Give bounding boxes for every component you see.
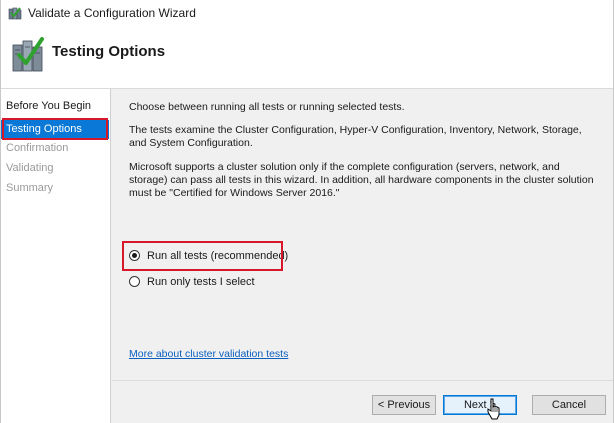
description-text: The tests examine the Cluster Configurat… [129,124,582,149]
title-bar: Validate a Configuration Wizard [1,0,613,26]
help-link[interactable]: More about cluster validation tests [129,348,288,360]
page-title: Testing Options [52,43,166,60]
radio-button-unselected[interactable] [129,276,140,287]
main-content: Choose between running all tests or runn… [112,89,613,379]
nav-step-summary: Summary [6,182,54,194]
radio-button-selected[interactable] [129,250,140,261]
nav-step-validating: Validating [6,162,54,174]
window-title: Validate a Configuration Wizard [28,6,196,20]
cluster-wizard-app-icon [8,7,22,20]
cancel-button[interactable]: Cancel [532,395,606,415]
cluster-validation-icon [12,37,44,72]
nav-step-testing-options[interactable]: Testing Options [1,120,109,139]
wizard-window: Validate a Configuration Wizard Testing … [0,0,614,423]
intro-text: Choose between running all tests or runn… [129,101,405,113]
support-note-text: Microsoft supports a cluster solution on… [129,161,594,199]
previous-button[interactable]: < Previous [372,395,436,415]
run-all-tests-label[interactable]: Run all tests (recommended) [147,248,288,264]
page-header: Testing Options [1,26,613,89]
nav-step-confirmation: Confirmation [6,142,69,154]
next-button[interactable]: Next > [443,395,517,415]
wizard-steps-nav: Before You Begin Testing Options Confirm… [1,89,111,423]
button-bar: < Previous Next > Cancel [112,380,613,423]
nav-step-before-you-begin[interactable]: Before You Begin [1,97,109,116]
run-selected-tests-label[interactable]: Run only tests I select [147,274,255,290]
